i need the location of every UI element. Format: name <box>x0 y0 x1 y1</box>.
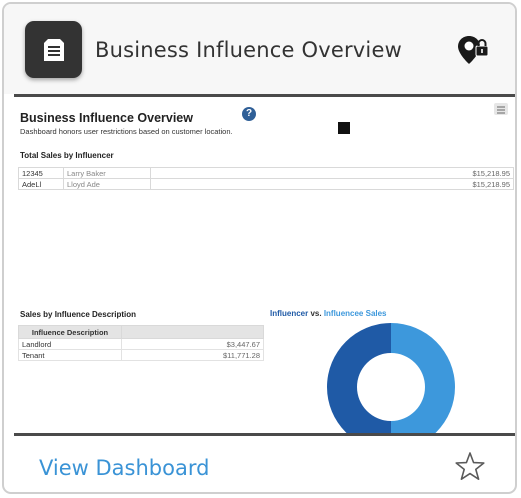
total-sales-title: Total Sales by Influencer <box>20 151 114 160</box>
row-name: Lloyd Ade <box>63 178 151 190</box>
donut-title-vs: vs. <box>308 309 324 318</box>
donut-slice-influencee <box>391 323 455 433</box>
table-row: Landlord $3,447.67 <box>18 338 264 350</box>
table-header-row: Influence Description <box>18 325 264 339</box>
help-icon: ? <box>242 107 256 121</box>
total-sales-table: 12345 Larry Baker $15,218.95 AdeLl Lloyd… <box>18 167 514 190</box>
card-title: Business Influence Overview <box>95 38 402 62</box>
table-row: 12345 Larry Baker $15,218.95 <box>18 167 514 179</box>
donut-title-influencee: Influencee Sales <box>323 309 387 318</box>
document-icon <box>25 21 82 78</box>
donut-slice-influencer <box>327 323 391 433</box>
table-row: AdeLl Lloyd Ade $15,218.95 <box>18 178 514 190</box>
donut-chart <box>327 323 455 433</box>
row-amount: $15,218.95 <box>150 178 514 190</box>
view-dashboard-link[interactable]: View Dashboard <box>39 456 209 480</box>
dashboard-card[interactable]: Business Influence Overview Business Inf… <box>2 2 517 494</box>
star-icon[interactable] <box>453 450 487 484</box>
column-header: Influence Description <box>18 325 122 339</box>
donut-title-influencer: Influencer <box>270 309 309 318</box>
location-lock-icon <box>458 36 489 64</box>
table-row: Tenant $11,771.28 <box>18 349 264 361</box>
row-name: Larry Baker <box>63 167 151 179</box>
preview-bottom-border <box>14 433 515 436</box>
preview-subtitle: Dashboard honors user restrictions based… <box>20 127 233 136</box>
description-sales-title: Sales by Influence Description <box>20 310 137 319</box>
row-amount: $3,447.67 <box>121 338 264 350</box>
filter-icon <box>494 103 508 115</box>
column-header-empty <box>121 325 264 339</box>
dashboard-preview[interactable]: Business Influence Overview Dashboard ho… <box>14 97 515 433</box>
description-sales-table: Influence Description Landlord $3,447.67… <box>18 325 264 361</box>
donut-title: Influencer vs. Influencee Sales <box>270 309 387 318</box>
row-amount: $15,218.95 <box>150 167 514 179</box>
preview-title: Business Influence Overview <box>20 111 193 125</box>
row-label: Landlord <box>18 338 122 350</box>
row-label: Tenant <box>18 349 122 361</box>
row-id: AdeLl <box>18 178 64 190</box>
row-amount: $11,771.28 <box>121 349 264 361</box>
row-id: 12345 <box>18 167 64 179</box>
black-square-marker <box>338 122 350 134</box>
card-header: Business Influence Overview <box>4 4 515 94</box>
